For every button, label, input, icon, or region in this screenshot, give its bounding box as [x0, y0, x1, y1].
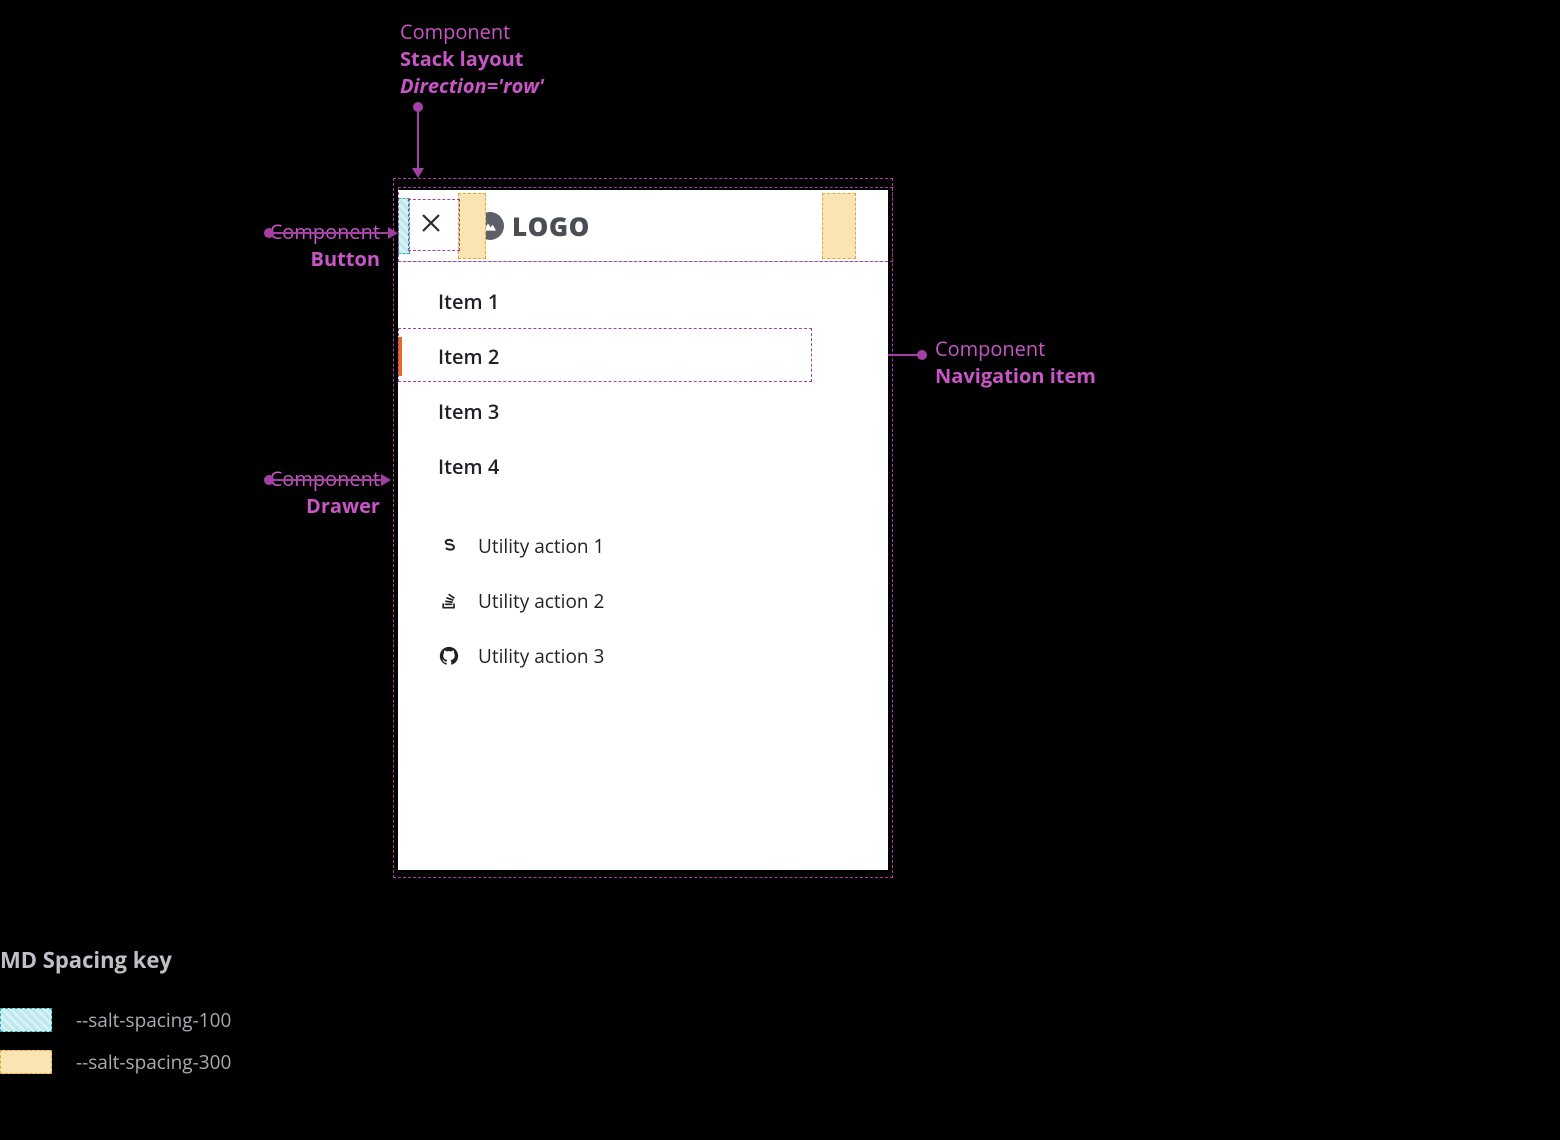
- callout-title: Stack layout: [400, 45, 544, 72]
- spacing-300-highlight: [458, 193, 486, 259]
- swatch-spacing-300: [0, 1050, 52, 1074]
- close-icon: [419, 211, 443, 240]
- nav-list: Item 1 Item 2 Item 3 Item 4 Utility a: [398, 262, 888, 683]
- spacing-300-highlight: [822, 193, 856, 259]
- legend-row: --salt-spacing-300: [0, 1041, 231, 1083]
- callout-subtitle: Direction='row': [400, 72, 544, 99]
- swatch-spacing-100: [0, 1008, 52, 1032]
- callout-drawer: Component Drawer: [270, 465, 380, 519]
- nav-item[interactable]: Item 3: [398, 384, 888, 439]
- nav-item-label: Item 4: [438, 453, 499, 480]
- nav-item-label: Item 2: [438, 343, 499, 370]
- utility-item-label: Utility action 3: [478, 643, 604, 669]
- callout-title: Navigation item: [935, 362, 1096, 389]
- utility-item-label: Utility action 2: [478, 588, 604, 614]
- spacing-legend: MD Spacing key --salt-spacing-100 --salt…: [0, 945, 231, 1083]
- utility-item[interactable]: Utility action 2: [398, 573, 888, 628]
- callout-label: Component: [935, 335, 1096, 362]
- utility-item-label: Utility action 1: [478, 533, 604, 559]
- drawer-header: LOGO: [398, 190, 888, 262]
- utility-list: Utility action 1 Utility action 2: [398, 494, 888, 683]
- callout-title: Button: [270, 245, 380, 272]
- legend-row-label: --salt-spacing-100: [76, 1007, 231, 1033]
- github-icon: [438, 645, 460, 667]
- callout-button: Component Button: [270, 218, 380, 272]
- callout-navigation-item: Component Navigation item: [935, 335, 1096, 389]
- utility-item[interactable]: Utility action 1: [398, 518, 888, 573]
- callout-label: Component: [400, 18, 544, 45]
- nav-item-label: Item 3: [438, 398, 499, 425]
- legend-row-label: --salt-spacing-300: [76, 1049, 231, 1075]
- callout-title: Drawer: [270, 492, 380, 519]
- nav-item[interactable]: Item 1: [398, 274, 888, 329]
- stackoverflow-icon: [438, 590, 460, 612]
- close-button[interactable]: [408, 203, 454, 249]
- nav-item[interactable]: Item 2: [398, 329, 888, 384]
- drawer: LOGO Item 1 Item 2 Item 3 Item 4: [398, 190, 888, 870]
- spacing-100-highlight: [398, 198, 410, 254]
- nav-item-label: Item 1: [438, 288, 499, 315]
- symbol-icon: [438, 535, 460, 557]
- callout-stack-layout: Component Stack layout Direction='row': [400, 18, 544, 99]
- nav-item[interactable]: Item 4: [398, 439, 888, 494]
- utility-item[interactable]: Utility action 3: [398, 628, 888, 683]
- legend-row: --salt-spacing-100: [0, 999, 231, 1041]
- logo: LOGO: [476, 208, 590, 244]
- legend-title: MD Spacing key: [0, 945, 231, 975]
- logo-text: LOGO: [512, 208, 590, 244]
